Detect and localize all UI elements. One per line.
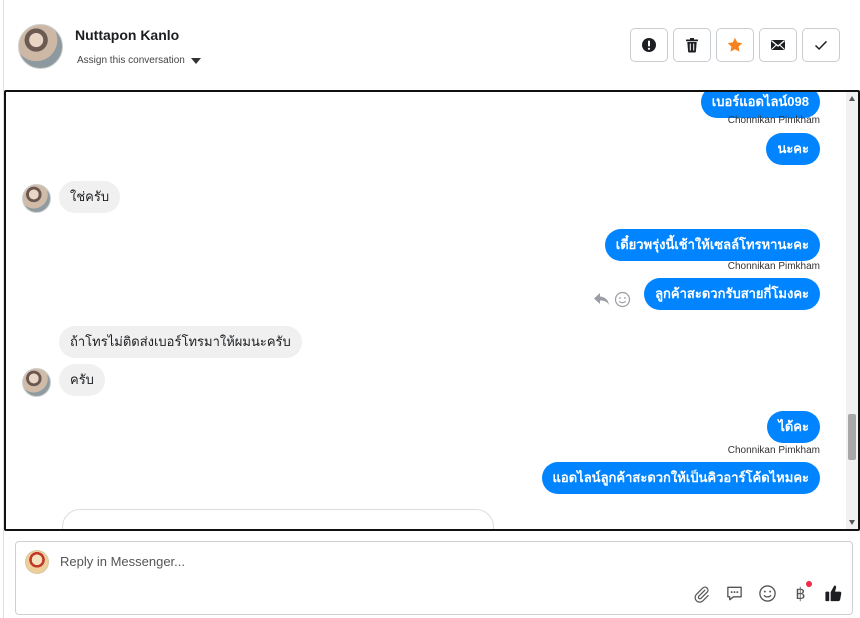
checkmark-icon <box>814 40 828 51</box>
message-incoming[interactable]: ถ้าโทรไม่ติดส่งเบอร์โทรมาให้ผมนะครับ <box>59 326 302 358</box>
contact-avatar-small <box>22 368 51 397</box>
sender-name: Chonnikan Pimkham <box>727 445 820 456</box>
payment-button[interactable]: ฿ <box>790 581 812 604</box>
message-incoming[interactable]: ใช่ครับ <box>59 181 121 213</box>
attach-file-button[interactable] <box>691 583 712 604</box>
contact-name[interactable]: Nuttapon Kanlo <box>75 27 179 43</box>
reply-input[interactable] <box>60 554 660 569</box>
exclamation-circle-icon <box>642 38 656 52</box>
composer-toolbar: ฿ <box>691 581 844 604</box>
inbox-conversation-panel: Nuttapon Kanlo Assign this conversation <box>0 0 860 618</box>
react-emoji-icon[interactable] <box>614 291 631 308</box>
mark-unread-button[interactable] <box>759 28 797 62</box>
message-outgoing[interactable]: ได้คะ <box>767 411 820 443</box>
saved-replies-button[interactable] <box>724 583 745 604</box>
sender-name: Chonnikan Pimkham <box>727 115 820 126</box>
paperclip-icon <box>694 586 709 603</box>
message-incoming[interactable]: ครับ <box>59 364 105 396</box>
assign-label: Assign this conversation <box>77 55 185 66</box>
caret-down-icon <box>190 57 201 64</box>
scroll-up-arrow-icon[interactable] <box>849 96 855 101</box>
mark-done-button[interactable] <box>802 28 840 62</box>
scroll-down-arrow-icon[interactable] <box>849 520 855 525</box>
page-avatar <box>25 550 49 574</box>
conversation-header: Nuttapon Kanlo Assign this conversation <box>4 0 860 90</box>
message-outgoing[interactable]: แอดไลน์ลูกค้าสะดวกให้เป็นคิวอาร์โค้ดไหมค… <box>541 462 820 494</box>
message-card-partial[interactable] <box>62 509 494 529</box>
thread-scrollbar[interactable] <box>846 92 858 529</box>
mark-spam-button[interactable] <box>630 28 668 62</box>
scroll-thumb[interactable] <box>848 414 856 460</box>
saved-reply-icon <box>727 586 742 601</box>
send-like-button[interactable] <box>823 583 844 604</box>
trash-icon <box>686 38 698 53</box>
thumbs-up-icon <box>825 585 842 602</box>
baht-payment-icon: ฿ <box>795 584 806 603</box>
contact-avatar-small <box>22 184 51 213</box>
message-outgoing[interactable]: เบอร์แอดไลน์098 <box>700 92 820 118</box>
message-outgoing[interactable]: เดี๋ยวพรุ่งนี้เช้าให้เซลล์โทรหานะคะ <box>604 229 820 261</box>
reply-composer: ฿ <box>15 541 853 615</box>
conversation-actions <box>630 28 840 62</box>
delete-button[interactable] <box>673 28 711 62</box>
notification-dot <box>806 581 812 587</box>
message-outgoing[interactable]: ลูกค้าสะดวกรับสายกี่โมงคะ <box>644 278 820 310</box>
message-outgoing[interactable]: นะคะ <box>766 133 820 165</box>
emoji-button[interactable] <box>757 583 778 604</box>
contact-avatar[interactable] <box>18 24 63 69</box>
envelope-icon <box>771 40 785 50</box>
star-button[interactable] <box>716 28 754 62</box>
star-icon <box>727 37 743 52</box>
reply-icon[interactable] <box>593 291 610 307</box>
message-thread[interactable]: เบอร์แอดไลน์098 Chonnikan Pimkham นะคะ ใ… <box>4 90 860 531</box>
assign-conversation-dropdown[interactable]: Assign this conversation <box>77 55 201 66</box>
sender-name: Chonnikan Pimkham <box>727 261 820 272</box>
emoji-icon <box>759 585 776 602</box>
